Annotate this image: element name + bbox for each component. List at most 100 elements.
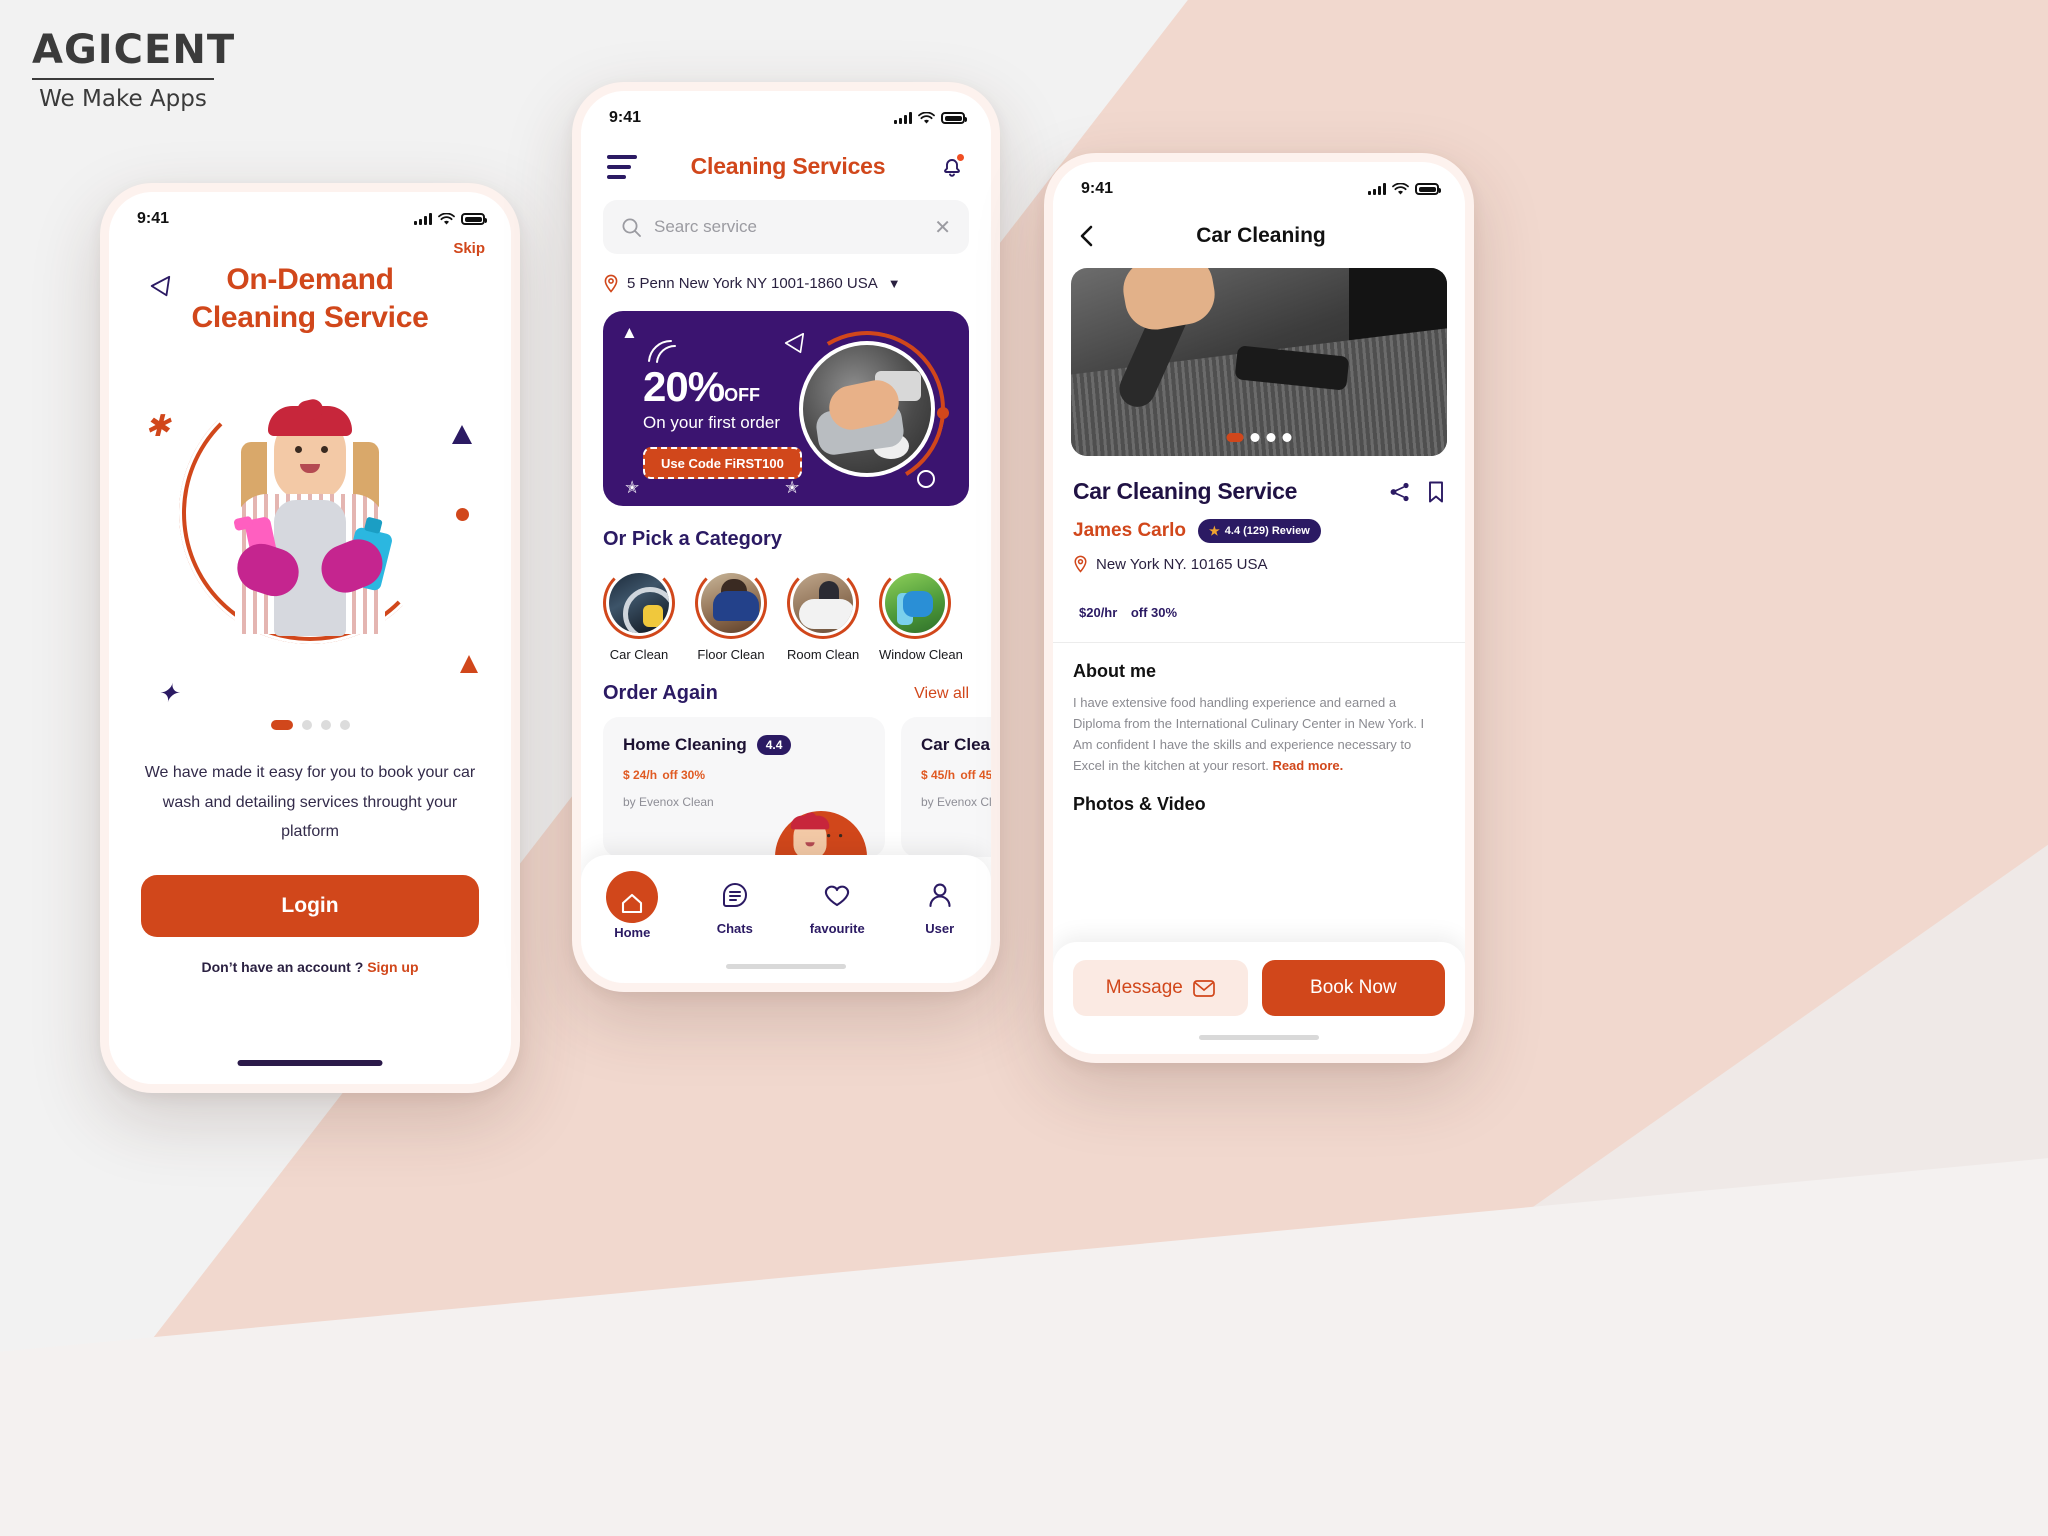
battery-icon [1415,183,1441,195]
order-card-photo [767,745,877,857]
chat-document-icon [722,882,747,907]
order-card-price: $ 24/h [623,768,658,782]
tab-chats[interactable]: Chats [699,871,771,936]
triangle-up-orange-icon [460,654,478,673]
gallery-dot[interactable] [1250,433,1260,442]
order-again-title: Order Again [603,682,718,704]
hamburger-menu-icon[interactable] [607,154,637,179]
search-input[interactable]: Searc service ✕ [603,200,969,254]
notification-badge [954,151,966,163]
order-card-discount: off 45% [960,768,991,782]
location-address: 5 Penn New York NY 1001-1860 USA [627,275,878,292]
view-all-link[interactable]: View all [914,685,969,703]
price-discount: off 30% [1130,605,1178,620]
carousel-dot[interactable] [270,719,293,730]
gallery-carousel-dots[interactable] [1226,433,1292,442]
read-more-link[interactable]: Read more. [1272,758,1343,773]
status-bar: 9:41 [581,91,991,127]
service-gallery-image[interactable] [1071,268,1447,456]
promo-subtitle: On your first order [643,413,780,432]
gallery-dot[interactable] [1282,433,1292,442]
category-label: Car Clean [609,647,669,662]
status-time: 9:41 [1081,180,1114,197]
photos-video-title: Photos & Video [1073,794,1206,815]
provider-name[interactable]: James Carlo [1073,520,1186,542]
star-decoration-icon: ▲ [621,323,638,342]
signup-prompt-text: Don’t have an account ? [201,959,364,976]
location-pin-icon [1074,555,1087,573]
tab-label: User [925,921,955,936]
order-card[interactable]: Home Cleaning 4.4 $ 24/h off 30% by Even… [603,717,885,857]
tab-user[interactable]: User [904,871,976,936]
skip-button[interactable]: Skip [453,240,485,257]
logo-divider [32,78,214,80]
user-icon [929,883,951,908]
promo-banner[interactable]: 20%OFF On your first order Use Code FiRS… [603,311,969,506]
order-card-discount: off 30% [662,768,705,782]
tab-favourite[interactable]: favourite [801,871,873,936]
star-decoration-icon: ✱ [145,409,171,443]
tab-label: Chats [716,921,753,936]
page-title: Cleaning Services [690,153,886,179]
promo-percent: 20%OFF [643,363,760,411]
location-selector[interactable]: 5 Penn New York NY 1001-1860 USA ▼ [603,274,969,293]
cellular-signal-icon [1368,183,1386,195]
order-card[interactable]: Car Cleaning $ 45/h off 45% by Evenox Cl… [901,717,991,857]
about-body: I have extensive food handling experienc… [1073,695,1425,774]
sparkle-decoration-icon: ✦ [157,677,179,708]
logo-tagline: We Make Apps [39,86,207,112]
order-card-provider: by Evenox Clean [921,795,991,809]
login-button[interactable]: Login [141,875,479,938]
home-indicator [237,1060,383,1066]
order-card-title: Car Cleaning [921,735,991,754]
carousel-dot[interactable] [339,719,350,730]
wifi-icon [438,212,455,224]
tab-label: favourite [809,921,865,936]
rating-badge: ★ 4.4 (129) Review [1198,519,1321,543]
battery-icon [461,213,487,225]
cellular-signal-icon [414,213,432,225]
about-title: About me [1073,661,1156,681]
onboarding-carousel-dots[interactable] [109,719,511,730]
bookmark-icon[interactable] [1427,480,1445,504]
provider-address: New York NY. 10165 USA [1073,555,1445,573]
triangle-outline-icon [784,332,805,354]
category-item-window-clean[interactable]: Window Clean [879,567,963,662]
category-list: Car Clean Floor Clean Room Clean Window … [603,567,969,662]
tab-home[interactable]: Home [596,871,668,940]
status-bar: 9:41 [109,192,511,228]
category-item-room-clean[interactable]: Room Clean [787,567,859,662]
signup-link[interactable]: Sign up [367,959,418,975]
promo-code-button[interactable]: Use Code FiRST100 [643,447,802,479]
envelope-icon [1193,979,1215,997]
share-icon[interactable] [1389,481,1411,503]
home-indicator [726,964,846,969]
screenshot-canvas: AGICENT We Make Apps 9:41 Skip On-Demand… [0,0,2048,1536]
chevron-down-icon[interactable]: ▼ [888,276,901,291]
gallery-dot[interactable] [1226,433,1244,442]
category-item-car-clean[interactable]: Car Clean [603,567,675,662]
promo-photo [799,341,935,477]
book-now-button[interactable]: Book Now [1261,960,1445,1016]
promo-arc-dot [937,407,949,419]
star-icon: ★ [1209,524,1220,538]
chevron-left-icon[interactable] [1077,224,1097,248]
category-item-floor-clean[interactable]: Floor Clean [695,567,767,662]
location-pin-icon [604,274,618,293]
clear-search-icon[interactable]: ✕ [934,215,951,240]
promo-off-label: OFF [724,385,761,405]
search-placeholder: Searc service [654,217,757,236]
home-indicator [1199,1035,1319,1040]
address-text: New York NY. 10165 USA [1096,555,1268,573]
carousel-dot[interactable] [320,719,331,730]
status-bar: 9:41 [1053,162,1465,198]
rating-text: 4.4 (129) Review [1224,525,1310,537]
swoosh-decoration-icon [648,339,676,363]
gallery-dot[interactable] [1266,433,1276,442]
bottom-tab-bar: Home Chats favourite User [581,855,991,983]
order-card-title: Home Cleaning [623,735,747,754]
message-button[interactable]: Message [1073,960,1248,1016]
carousel-dot[interactable] [301,719,312,730]
notification-bell-icon[interactable] [939,151,966,180]
page-title-line2: Cleaning Service [191,301,429,335]
